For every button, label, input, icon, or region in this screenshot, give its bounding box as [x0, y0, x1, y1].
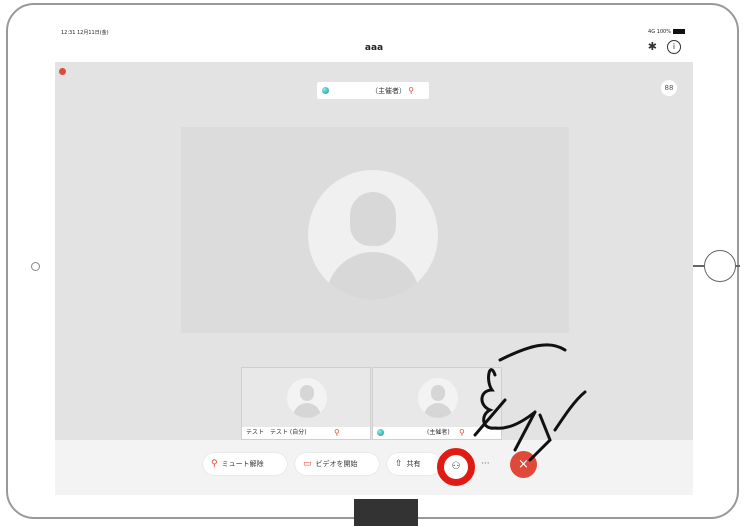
speaker-status-icon [322, 87, 329, 94]
speaker-avatar [308, 170, 438, 300]
avatar [287, 378, 327, 418]
thumbnail-self[interactable]: テスト テスト (自分) ⚲ [241, 367, 371, 440]
main-video [181, 127, 569, 333]
meeting-title: aaa [364, 43, 384, 53]
info-icon[interactable]: i [667, 40, 681, 54]
battery-icon [673, 29, 685, 34]
host-status-icon [377, 429, 384, 436]
pointing-hand-illustration [473, 343, 587, 462]
start-video-button[interactable]: ▭ ビデオを開始 [295, 453, 379, 475]
gallery-view-button[interactable]: 88 [661, 80, 677, 96]
home-button[interactable] [704, 250, 736, 282]
bottom-tab [354, 499, 418, 526]
bluetooth-icon[interactable]: ✱ [648, 40, 657, 53]
hand-stroke [473, 343, 587, 462]
thumbnail-label: テスト テスト (自分) ⚲ [242, 427, 370, 439]
speaker-name: （主催者） ⚲ [371, 86, 415, 95]
front-camera [31, 262, 40, 271]
mic-muted-icon: ⚲ [211, 459, 218, 469]
status-signal: 4G 100% [648, 29, 685, 35]
status-time: 12:31 12月11日(金) [61, 30, 109, 36]
mic-muted-icon: ⚲ [408, 86, 415, 95]
unmute-button[interactable]: ⚲ ミュート解除 [203, 453, 287, 475]
mic-muted-icon: ⚲ [334, 428, 340, 437]
active-speaker-tag: （主催者） ⚲ [317, 82, 429, 99]
recording-indicator [59, 68, 66, 75]
video-off-icon: ▭ [303, 459, 312, 469]
